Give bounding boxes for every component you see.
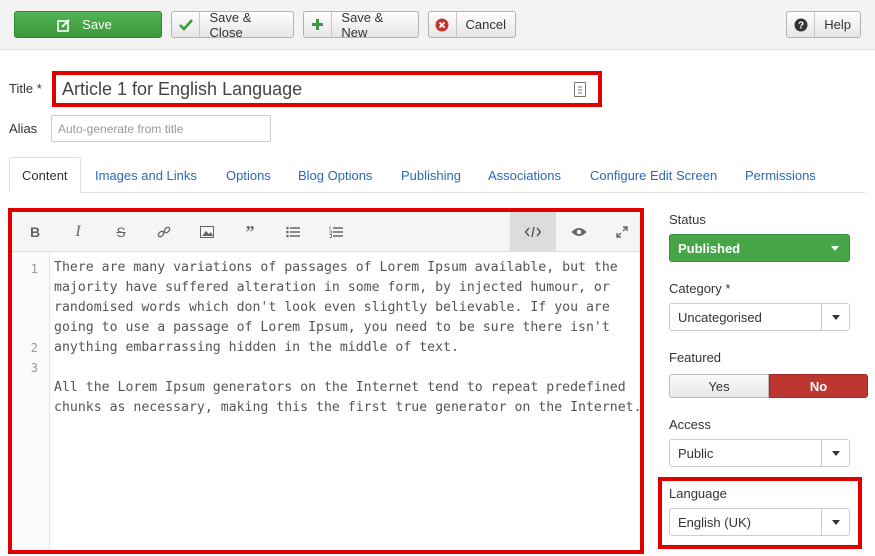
code-view-icon[interactable] xyxy=(510,212,556,252)
preview-icon[interactable] xyxy=(564,212,594,252)
featured-toggle: Yes No xyxy=(669,374,868,398)
svg-text:?: ? xyxy=(798,20,804,31)
title-label: Title * xyxy=(9,81,42,96)
link-icon[interactable] xyxy=(149,212,179,252)
cancel-label: Cancel xyxy=(465,17,506,32)
access-label: Access xyxy=(669,417,711,432)
save-new-label: Save & New xyxy=(341,9,384,40)
question-icon: ? xyxy=(787,12,816,37)
chevron-down-icon xyxy=(821,440,849,466)
chevron-down-icon xyxy=(821,304,849,330)
check-icon xyxy=(172,12,201,37)
alias-label: Alias xyxy=(9,121,38,136)
tab-publishing[interactable]: Publishing xyxy=(401,157,461,193)
editor-line: There are many variations of passages of… xyxy=(54,260,626,355)
help-button[interactable]: ? Help xyxy=(786,11,861,38)
line-number: 2 xyxy=(30,341,38,355)
status-value: Published xyxy=(678,240,741,256)
toolbar: Save Save & Close Save & New Cancel ? He… xyxy=(0,0,875,50)
access-select[interactable]: Public xyxy=(669,439,850,467)
category-label: Category * xyxy=(669,281,731,296)
access-value: Public xyxy=(678,445,714,461)
featured-label: Featured xyxy=(669,350,722,365)
featured-yes-button[interactable]: Yes xyxy=(669,374,769,398)
tab-blog-options[interactable]: Blog Options xyxy=(298,157,372,193)
help-label: Help xyxy=(824,17,851,32)
chevron-down-icon xyxy=(821,235,849,261)
document-icon xyxy=(574,82,586,97)
featured-no-button[interactable]: No xyxy=(769,374,868,398)
status-select[interactable]: Published xyxy=(669,234,850,262)
language-select[interactable]: English (UK) xyxy=(669,508,850,536)
editor-text-area[interactable]: There are many variations of passages of… xyxy=(54,258,642,418)
plus-icon xyxy=(304,12,333,37)
line-number: 3 xyxy=(30,361,38,375)
editor-line: All the Lorem Ipsum generators on the In… xyxy=(54,380,642,415)
save-label: Save xyxy=(82,17,112,32)
editor-line xyxy=(54,358,642,378)
alias-input[interactable]: Auto-generate from title xyxy=(51,115,271,142)
tab-permissions[interactable]: Permissions xyxy=(745,157,816,193)
tab-content[interactable]: Content xyxy=(9,157,81,193)
tab-options[interactable]: Options xyxy=(226,157,271,193)
status-label: Status xyxy=(669,212,706,227)
image-icon[interactable] xyxy=(192,212,222,252)
editor-highlight: B I S ” 1 2 3 There are many variations … xyxy=(8,208,644,554)
cancel-circle-icon xyxy=(429,12,457,37)
category-value: Uncategorised xyxy=(678,309,762,325)
line-number: 1 xyxy=(30,262,38,276)
numbered-list-icon[interactable] xyxy=(321,212,351,252)
bullet-list-icon[interactable] xyxy=(278,212,308,252)
edit-icon xyxy=(55,12,73,37)
bold-icon[interactable]: B xyxy=(20,212,50,252)
fullscreen-icon[interactable] xyxy=(607,212,637,252)
line-number-gutter: 1 2 3 xyxy=(12,252,50,550)
italic-icon[interactable]: I xyxy=(63,212,93,252)
quote-icon[interactable]: ” xyxy=(235,212,265,252)
chevron-down-icon xyxy=(821,509,849,535)
save-button[interactable]: Save xyxy=(14,11,162,38)
save-close-label: Save & Close xyxy=(209,9,252,40)
tab-images-and-links[interactable]: Images and Links xyxy=(95,157,197,193)
cancel-button[interactable]: Cancel xyxy=(428,11,516,38)
title-input[interactable]: Article 1 for English Language xyxy=(56,75,598,103)
language-label: Language xyxy=(669,486,727,501)
tab-bar: Content Images and Links Options Blog Op… xyxy=(9,157,865,193)
tab-associations[interactable]: Associations xyxy=(488,157,561,193)
save-new-button[interactable]: Save & New xyxy=(303,9,419,40)
strikethrough-icon[interactable]: S xyxy=(106,212,136,252)
language-value: English (UK) xyxy=(678,514,751,530)
title-highlight: Article 1 for English Language xyxy=(52,71,602,107)
tab-configure-edit-screen[interactable]: Configure Edit Screen xyxy=(590,157,717,193)
editor-toolbar: B I S ” xyxy=(12,212,640,252)
category-select[interactable]: Uncategorised xyxy=(669,303,850,331)
save-close-button[interactable]: Save & Close xyxy=(171,9,294,40)
